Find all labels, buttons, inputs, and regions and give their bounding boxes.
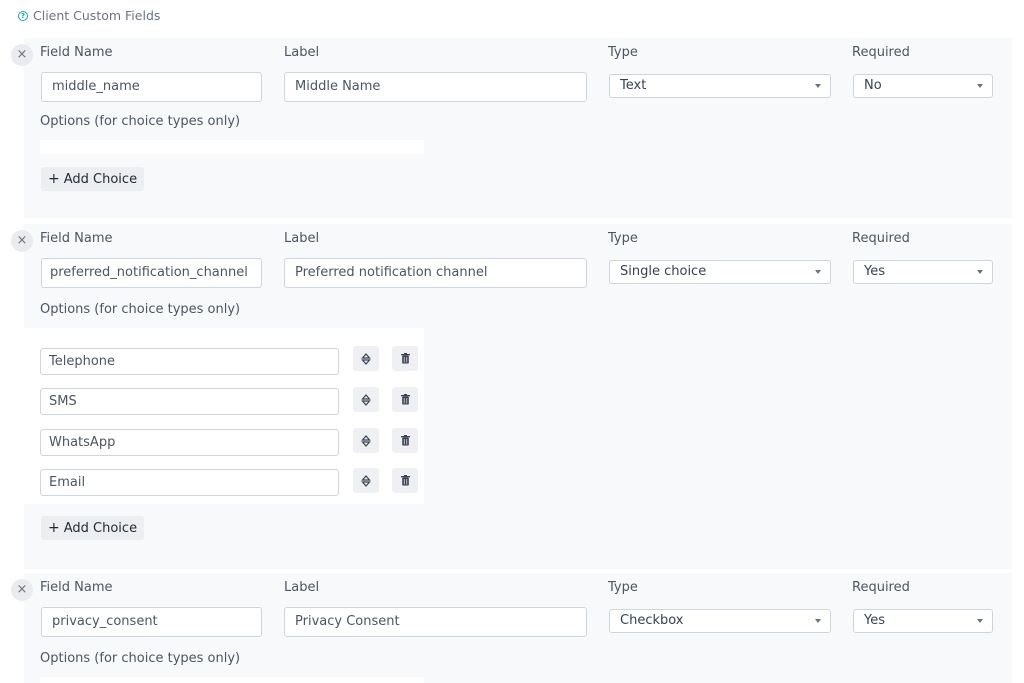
trash-icon[interactable]	[392, 387, 418, 412]
plus-icon: +	[48, 520, 60, 536]
field-name-input[interactable]: preferred_notification_channel	[41, 258, 262, 288]
trash-icon[interactable]	[392, 428, 418, 453]
type-label: Type	[608, 231, 638, 246]
type-select[interactable]: Text	[609, 74, 831, 98]
label-label: Label	[284, 580, 320, 595]
reorder-icon[interactable]	[353, 428, 379, 453]
label-input[interactable]: Privacy Consent	[284, 607, 587, 637]
chevron-down-icon	[815, 619, 821, 623]
required-label: Required	[852, 580, 910, 595]
type-select-value: Single choice	[620, 264, 707, 279]
label-label: Label	[284, 231, 320, 246]
label-label: Label	[284, 45, 320, 60]
chevron-down-icon	[815, 270, 821, 274]
required-select-value: No	[864, 78, 882, 93]
trash-icon[interactable]	[392, 468, 418, 493]
field-name-input[interactable]: privacy_consent	[41, 607, 262, 637]
add-choice-button[interactable]: + Add Choice	[41, 167, 145, 191]
add-choice-label: Add Choice	[63, 521, 138, 536]
option-input[interactable]: Email	[40, 469, 339, 496]
required-select[interactable]: Yes	[853, 609, 993, 633]
remove-field-icon[interactable]: ×	[11, 230, 33, 252]
chevron-down-icon	[815, 84, 821, 88]
required-select[interactable]: No	[853, 74, 993, 98]
plus-icon: +	[48, 171, 60, 187]
required-select-value: Yes	[864, 613, 885, 628]
reorder-icon[interactable]	[353, 468, 379, 493]
label-input[interactable]: Preferred notification channel	[284, 258, 587, 288]
add-choice-label: Add Choice	[63, 172, 138, 187]
remove-field-icon[interactable]: ×	[11, 579, 33, 601]
chevron-down-icon	[977, 270, 983, 274]
field-name-input[interactable]: middle_name	[41, 72, 262, 102]
remove-field-icon[interactable]: ×	[11, 44, 33, 66]
add-choice-button[interactable]: + Add Choice	[41, 516, 145, 540]
required-select[interactable]: Yes	[853, 260, 993, 284]
field-name-label: Field Name	[40, 45, 113, 60]
type-select[interactable]: Checkbox	[609, 609, 831, 633]
options-list	[40, 677, 424, 683]
field-name-label: Field Name	[40, 231, 113, 246]
section-title-text: Client Custom Fields	[33, 8, 161, 23]
required-select-value: Yes	[864, 264, 885, 279]
type-label: Type	[608, 45, 638, 60]
type-label: Type	[608, 580, 638, 595]
section-title: ? Client Custom Fields	[18, 8, 160, 23]
label-input[interactable]: Middle Name	[284, 72, 587, 102]
option-input[interactable]: WhatsApp	[40, 429, 339, 456]
type-select-value: Checkbox	[620, 613, 684, 628]
options-label: Options (for choice types only)	[40, 651, 241, 666]
options-list	[40, 140, 424, 154]
options-label: Options (for choice types only)	[40, 302, 241, 317]
reorder-icon[interactable]	[353, 346, 379, 371]
options-label: Options (for choice types only)	[40, 114, 241, 129]
chevron-down-icon	[977, 619, 983, 623]
custom-field-block: × Field Name Label Type Required privacy…	[11, 573, 1012, 683]
help-icon[interactable]: ?	[18, 10, 28, 21]
type-select-value: Text	[620, 78, 647, 93]
option-input[interactable]: SMS	[40, 388, 339, 415]
field-name-label: Field Name	[40, 580, 113, 595]
type-select[interactable]: Single choice	[609, 260, 831, 284]
options-list: Telephone SMS WhatsApp Email	[24, 328, 424, 504]
required-label: Required	[852, 45, 910, 60]
custom-field-block: × Field Name Label Type Required preferr…	[11, 224, 1012, 569]
required-label: Required	[852, 231, 910, 246]
option-input[interactable]: Telephone	[40, 348, 339, 375]
reorder-icon[interactable]	[353, 387, 379, 412]
custom-field-block: × Field Name Label Type Required middle_…	[11, 38, 1012, 218]
chevron-down-icon	[977, 84, 983, 88]
trash-icon[interactable]	[392, 346, 418, 371]
